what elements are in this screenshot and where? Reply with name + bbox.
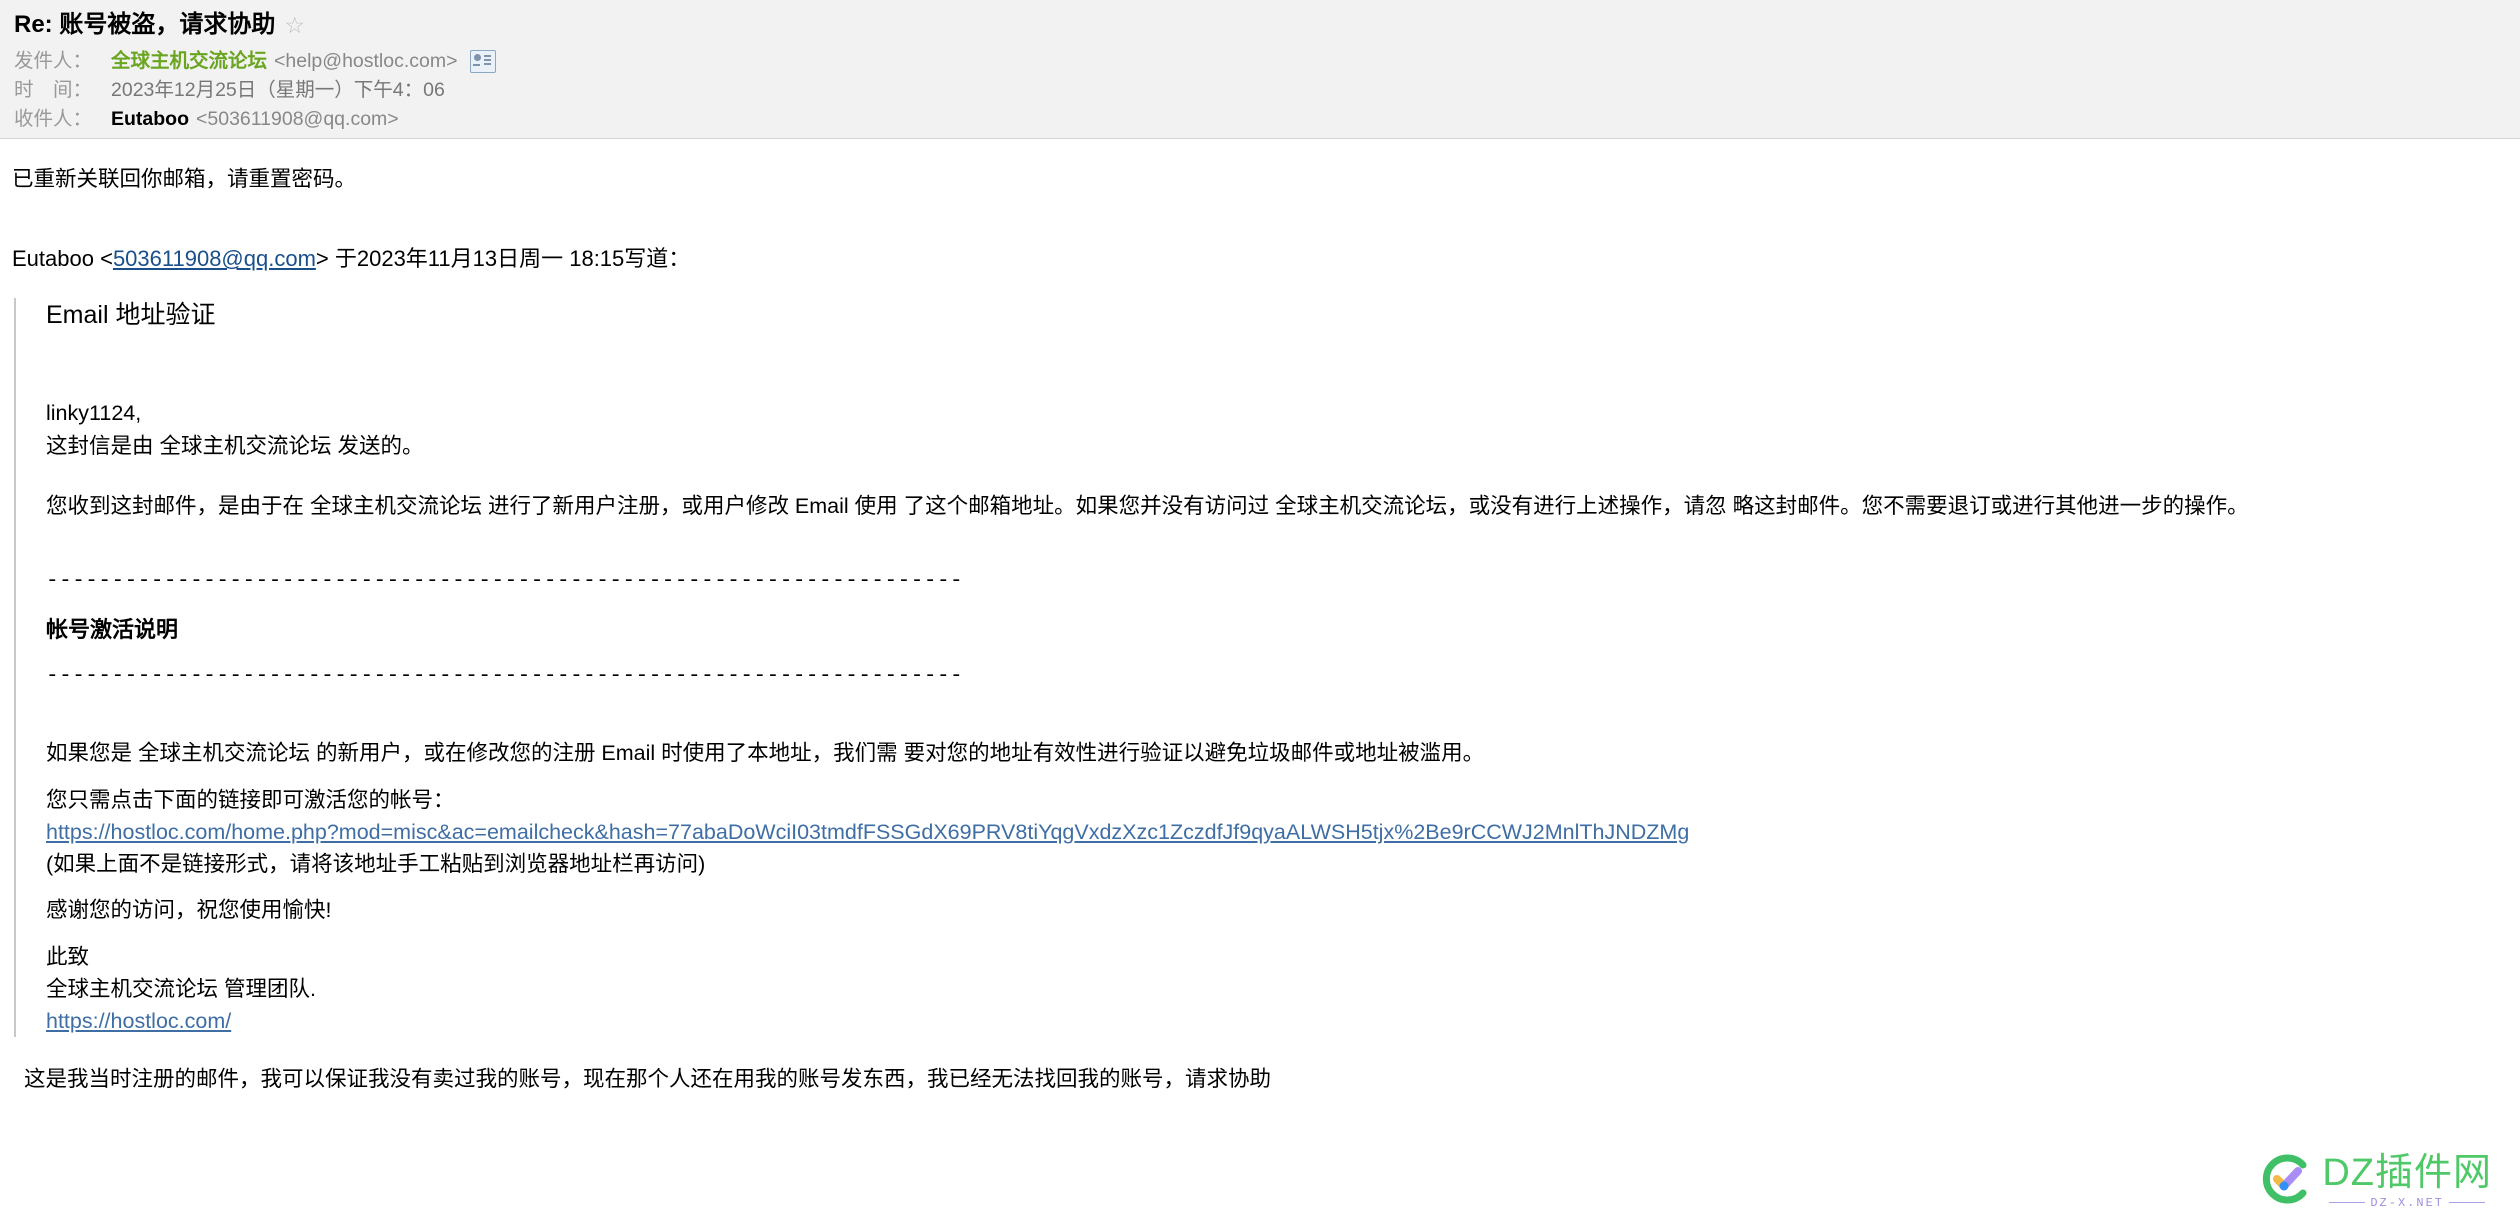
- contact-card-icon[interactable]: [469, 50, 496, 74]
- from-address: <help@hostloc.com>: [274, 50, 458, 73]
- quote-click-prompt: 您只需点击下面的链接即可激活您的帐号：: [46, 787, 455, 812]
- section-title-activation: 帐号激活说明: [46, 616, 179, 642]
- tail-text: 这是我当时注册的邮件，我可以保证我没有卖过我的账号，现在那个人还在用我的账号发东…: [24, 1067, 1272, 1092]
- activation-link[interactable]: https://hostloc.com/home.php?mod=misc&ac…: [46, 820, 1689, 844]
- to-address: <503611908@qq.com>: [196, 108, 399, 131]
- quote-attr-suffix: > 于2023年11月13日周一 18:15写道：: [315, 246, 691, 272]
- from-name[interactable]: 全球主机交流论坛: [111, 47, 267, 76]
- quote-sent-by: 这封信是由 全球主机交流论坛 发送的。: [46, 433, 424, 458]
- to-row: 收件人： Eutaboo <503611908@qq.com>: [14, 105, 2520, 134]
- mail-body: 已重新关联回你邮箱，请重置密码。 Eutaboo <503611908@qq.c…: [0, 139, 2520, 1097]
- watermark-title: DZ插件网: [2322, 1151, 2492, 1194]
- subject-row: Re: 账号被盗，请求协助 ☆: [14, 11, 2520, 38]
- quote-team: 全球主机交流论坛 管理团队.: [46, 976, 316, 1001]
- activation-link-row: https://hostloc.com/home.php?mod=misc&ac…: [46, 816, 2520, 848]
- to-label: 收件人：: [14, 108, 93, 131]
- divider-top: ----------------------------------------…: [46, 570, 964, 594]
- quote-greeting: linky1124,: [46, 401, 142, 426]
- mail-header: Re: 账号被盗，请求协助 ☆ 发件人： 全球主机交流论坛 <help@host…: [0, 0, 2520, 139]
- divider-bottom: ----------------------------------------…: [46, 664, 964, 688]
- site-link-row: https://hostloc.com/: [46, 1005, 2520, 1037]
- quoted-message: Email 地址验证 linky1124, 这封信是由 全球主机交流论坛 发送的…: [14, 298, 2520, 1038]
- quote-explain: 如果您是 全球主机交流论坛 的新用户，或在修改您的注册 Email 时使用了本地…: [46, 741, 1485, 766]
- quote-regards: 此致: [46, 944, 90, 969]
- watermark-text: DZ插件网 DZ-X.NET: [2322, 1154, 2492, 1210]
- quote-attr-email-link[interactable]: 503611908@qq.com: [113, 246, 316, 271]
- quote-attr-prefix: Eutaboo <: [12, 246, 113, 272]
- site-link[interactable]: https://hostloc.com/: [46, 1009, 231, 1033]
- reply-text: 已重新关联回你邮箱，请重置密码。: [12, 167, 357, 191]
- watermark-rule-right: [2448, 1202, 2485, 1203]
- quote-attribution: Eutaboo <503611908@qq.com> 于2023年11月13日周…: [12, 242, 2520, 276]
- quote-thanks: 感谢您的访问，祝您使用愉快!: [46, 898, 332, 923]
- watermark-rule-left: [2329, 1202, 2366, 1203]
- from-label: 发件人：: [14, 50, 93, 73]
- quote-fallback-note: (如果上面不是链接形式，请将该地址手工粘贴到浏览器地址栏再访问): [46, 852, 706, 877]
- to-name[interactable]: Eutaboo: [111, 105, 189, 134]
- quote-title: Email 地址验证: [46, 301, 216, 330]
- time-label: 时 间：: [14, 79, 93, 102]
- from-row: 发件人： 全球主机交流论坛 <help@hostloc.com>: [14, 47, 2520, 76]
- time-value: 2023年12月25日（星期一）下午4：06: [111, 79, 445, 102]
- dz-check-circle-logo-icon: [2258, 1152, 2312, 1211]
- tail-wrap: 这是我当时注册的邮件，我可以保证我没有卖过我的账号，现在那个人还在用我的账号发东…: [12, 1037, 2520, 1096]
- time-row: 时 间： 2023年12月25日（星期一）下午4：06: [14, 76, 2520, 105]
- star-outline-icon[interactable]: ☆: [284, 13, 305, 37]
- watermark-subtitle: DZ-X.NET: [2370, 1195, 2444, 1210]
- watermark: DZ插件网 DZ-X.NET: [2258, 1152, 2492, 1211]
- watermark-subtitle-row: DZ-X.NET: [2329, 1196, 2485, 1210]
- quote-notice: 您收到这封邮件，是由于在 全球主机交流论坛 进行了新用户注册，或用户修改 Ema…: [46, 493, 2249, 518]
- page-title: Re: 账号被盗，请求协助: [14, 11, 276, 38]
